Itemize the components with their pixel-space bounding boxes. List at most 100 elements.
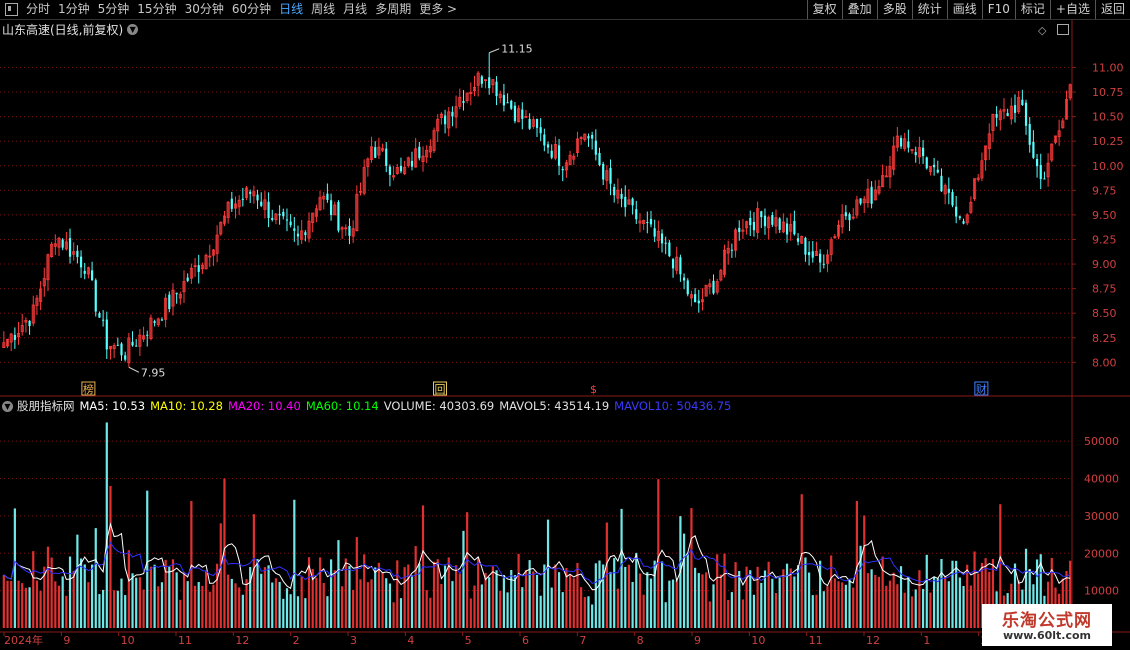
period-tab-3[interactable]: 15分钟 — [133, 0, 180, 19]
toolbar-button-8[interactable]: 返回 — [1094, 0, 1130, 19]
period-tab-5[interactable]: 60分钟 — [228, 0, 275, 19]
volume-bar — [594, 563, 597, 628]
candle-body — [439, 113, 443, 118]
candle-body — [359, 190, 363, 193]
candle-body — [951, 192, 954, 206]
volume-bar — [182, 571, 186, 628]
price-tick-label: 10.25 — [1092, 135, 1124, 148]
candle-body — [851, 216, 855, 219]
period-tab-10[interactable]: 更多 > — [415, 0, 461, 19]
volume-bar — [749, 570, 752, 628]
candle-body — [616, 189, 620, 199]
candle-body — [973, 178, 977, 200]
candle-body — [933, 164, 936, 168]
candle-body — [462, 101, 465, 103]
candle-body — [819, 253, 822, 263]
chart-header: 山东高速(日线,前复权) ▼ — [2, 21, 139, 38]
volume-bar — [289, 594, 292, 628]
period-tab-7[interactable]: 周线 — [307, 0, 339, 19]
toolbar-button-3[interactable]: 统计 — [911, 0, 947, 19]
candle-body — [976, 177, 980, 180]
candle-body — [385, 148, 388, 166]
volume-bar — [341, 586, 344, 628]
volume-bar — [54, 581, 57, 628]
candle-body — [991, 113, 995, 132]
volume-bar — [348, 566, 351, 628]
candle-body — [767, 216, 771, 229]
volume-bar — [635, 552, 638, 628]
candle-body — [840, 214, 844, 228]
candle-body — [752, 221, 756, 231]
ma5-value: MA5: 10.53 — [79, 399, 146, 413]
candle-body — [517, 108, 521, 123]
toolbar-button-2[interactable]: 多股 — [876, 0, 912, 19]
candle-body — [237, 199, 241, 208]
candle-body — [914, 152, 917, 156]
toolbar-button-6[interactable]: 标记 — [1014, 0, 1050, 19]
volume-tick-label: 30000 — [1084, 510, 1119, 523]
candle-body — [233, 203, 237, 209]
period-tab-1[interactable]: 1分钟 — [54, 0, 94, 19]
period-tab-0[interactable]: 分时 — [22, 0, 54, 19]
candle-body — [579, 137, 583, 139]
volume-bar — [660, 561, 664, 628]
toolbar-button-7[interactable]: +自选 — [1049, 0, 1095, 19]
diamond-icon[interactable]: ◇ — [1038, 24, 1046, 37]
candle-body — [814, 251, 818, 257]
candle-body — [825, 254, 829, 264]
volume-bar — [179, 599, 182, 628]
candle-body — [807, 252, 811, 256]
toolbar-right-group: 复权 叠加 多股 统计 画线 F10 标记 +自选 返回 — [806, 0, 1130, 19]
candle-body — [260, 201, 263, 206]
volume-bar — [443, 565, 447, 628]
toolbar-button-0[interactable]: 复权 — [806, 0, 842, 19]
chevron-down-icon[interactable]: ▼ — [2, 400, 13, 412]
volume-bar — [160, 582, 164, 628]
volume-bar — [848, 578, 851, 628]
volume-bar — [418, 563, 421, 628]
chevron-down-icon[interactable]: ▼ — [127, 24, 139, 35]
indicator-name[interactable]: 股朋指标网 — [17, 398, 75, 414]
volume-bar — [631, 581, 634, 628]
panel-toggle-icon[interactable] — [1057, 24, 1069, 35]
candle-body — [322, 195, 326, 200]
volume-bar — [307, 557, 311, 628]
candle-body — [936, 169, 939, 173]
window-icon[interactable] — [5, 3, 18, 16]
candle-body — [910, 149, 914, 151]
candle-body — [958, 216, 961, 218]
candle-body — [98, 313, 101, 318]
candle-body — [528, 118, 531, 129]
candle-body — [561, 169, 564, 171]
candle-body — [374, 147, 377, 158]
volume-bar — [366, 582, 369, 628]
price-tick-label: 8.00 — [1092, 356, 1117, 369]
candle-body — [182, 281, 186, 293]
candle-body — [785, 223, 789, 235]
volume-bar — [223, 478, 226, 628]
toolbar-button-1[interactable]: 叠加 — [841, 0, 877, 19]
period-tab-2[interactable]: 5分钟 — [94, 0, 134, 19]
volume-bar — [355, 537, 358, 628]
volume-bar — [705, 572, 708, 628]
period-tab-6[interactable]: 日线 — [275, 0, 307, 19]
toolbar-button-5[interactable]: F10 — [981, 0, 1015, 19]
volume-bar — [245, 579, 248, 628]
period-tab-9[interactable]: 多周期 — [371, 0, 415, 19]
price-tick-label: 8.50 — [1092, 307, 1117, 320]
candle-body — [708, 283, 712, 288]
candle-body — [348, 225, 351, 236]
volume-bar — [756, 566, 759, 628]
candle-body — [1017, 96, 1021, 113]
ma20-value: MA20: 10.40 — [227, 399, 301, 413]
time-label: 11 — [809, 634, 823, 647]
candle-body — [804, 237, 807, 255]
volume-value: VOLUME: 40303.69 — [383, 399, 495, 413]
candle-body — [480, 76, 483, 84]
volume-bar — [841, 582, 844, 628]
period-tab-4[interactable]: 30分钟 — [181, 0, 228, 19]
toolbar-button-4[interactable]: 画线 — [946, 0, 982, 19]
period-tab-8[interactable]: 月线 — [339, 0, 371, 19]
candle-body — [135, 345, 138, 347]
volume-bar — [616, 588, 619, 628]
